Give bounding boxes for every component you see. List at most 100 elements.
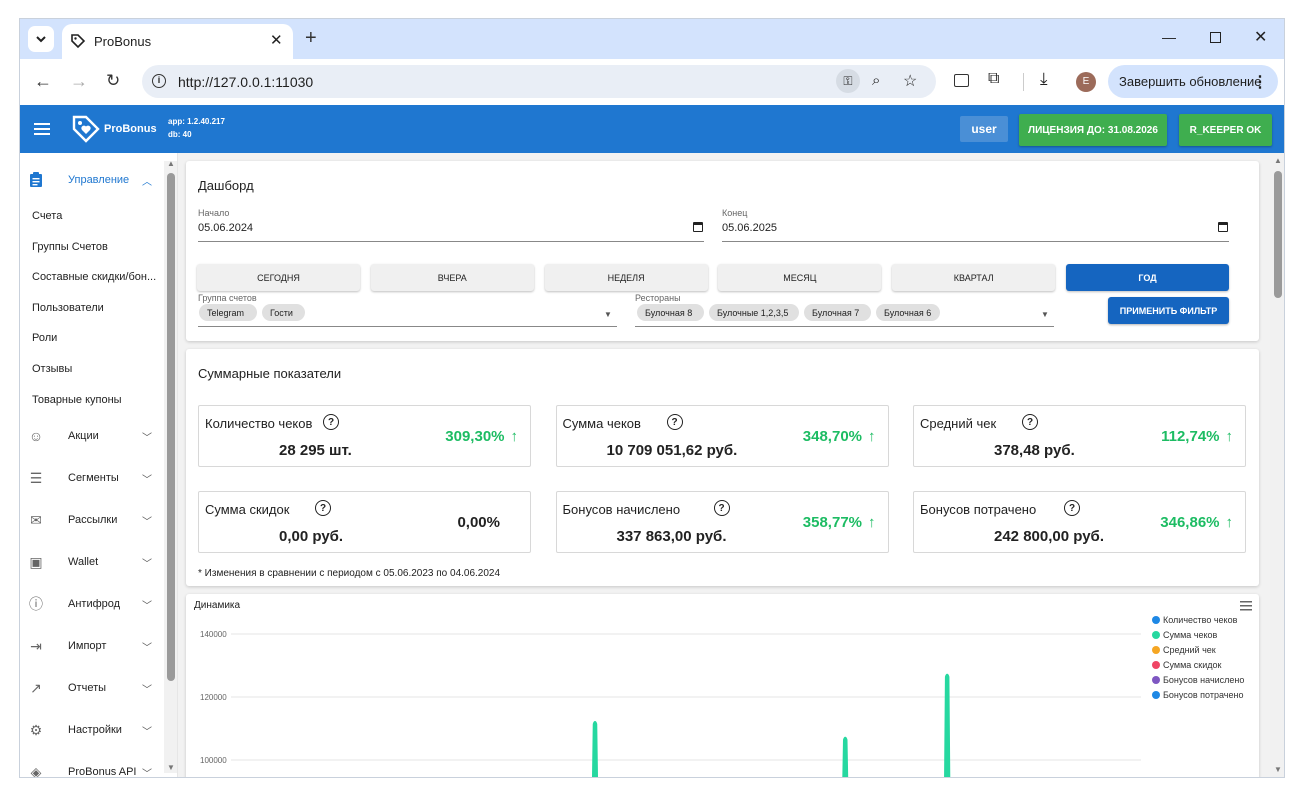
series-peak[interactable] (944, 673, 951, 778)
wallet-icon: ▣ (29, 553, 43, 570)
period-button[interactable]: ВЧЕРА (370, 264, 534, 291)
end-date-input[interactable]: 05.06.2025 (722, 222, 777, 234)
key-icon[interactable]: ⚿ (836, 69, 860, 93)
filter-chip[interactable]: Булочная 7 (804, 304, 871, 321)
period-button[interactable]: СЕГОДНЯ (197, 264, 360, 291)
sidebar-group[interactable]: ◈ ProBonus API ﹀ (20, 757, 170, 778)
kpi-title: Количество чеков (205, 416, 313, 431)
browser-window: ProBonus ✕ + — ✕ ← → ↻ i http://127.0.0.… (19, 18, 1285, 778)
close-tab-icon[interactable]: ✕ (270, 31, 283, 49)
forward-icon[interactable]: → (70, 71, 88, 92)
sidebar-group[interactable]: ⚙ Настройки ﹀ (20, 715, 170, 745)
license-button[interactable]: ЛИЦЕНЗИЯ ДО: 31.08.2026 (1019, 114, 1167, 146)
scroll-thumb[interactable] (167, 173, 175, 681)
legend-dot-icon (1152, 691, 1160, 699)
kpi-title: Сумма скидок (205, 502, 290, 517)
minimize-icon[interactable]: — (1162, 29, 1176, 45)
menu-dots-icon[interactable]: ⋮ (1252, 72, 1268, 92)
sidebar-group[interactable]: ✉ Рассылки ﹀ (20, 505, 170, 535)
calendar-icon[interactable] (1218, 222, 1228, 232)
help-icon[interactable]: ? (315, 500, 331, 516)
apply-filter-button[interactable]: ПРИМЕНИТЬ ФИЛЬТР (1108, 297, 1229, 324)
start-date-input[interactable]: 05.06.2024 (198, 222, 253, 234)
filter-chip[interactable]: Булочная 8 (637, 304, 704, 321)
series-peak[interactable] (842, 736, 849, 778)
download-icon[interactable]: ⤓ (1040, 69, 1048, 89)
help-icon[interactable]: ? (713, 500, 730, 516)
legend-item[interactable]: Сумма скидок (1152, 660, 1221, 670)
help-icon[interactable]: ? (666, 414, 683, 430)
restaurants-label: Рестораны (635, 293, 681, 303)
period-button[interactable]: МЕСЯЦ (718, 264, 882, 291)
help-icon[interactable]: ? (1022, 414, 1038, 430)
sidebar-scrollbar[interactable]: ▲ ▼ (164, 159, 177, 773)
kpi-card: Количество чеков? 28 295 шт. 309,30% ↑ (198, 405, 531, 467)
start-date-underline (198, 241, 704, 242)
browser-tab[interactable]: ProBonus ✕ (62, 24, 293, 59)
sidebar-group[interactable]: ⇥ Импорт ﹀ (20, 631, 170, 661)
sidebar-subitem[interactable]: Составные скидки/бон... (32, 262, 177, 292)
period-button[interactable]: ГОД (1066, 264, 1229, 291)
filter-chip[interactable]: Булочная 6 (876, 304, 940, 321)
kpi-change: 346,86% ↑ (1160, 514, 1233, 531)
address-bar[interactable]: i http://127.0.0.1:11030 ⚿ ⌕ ☆ (142, 65, 936, 98)
filter-chip[interactable]: Telegram (199, 304, 257, 321)
scroll-up-arrow[interactable]: ▲ (167, 159, 175, 168)
tab-search-button[interactable] (28, 26, 54, 52)
help-icon[interactable]: ? (1064, 500, 1080, 516)
sidebar-subitem[interactable]: Отзывы (32, 354, 177, 384)
scroll-down-arrow[interactable]: ▼ (1274, 765, 1282, 774)
arrow-up-icon: ↑ (1225, 428, 1234, 445)
avatar[interactable]: E (1076, 72, 1096, 92)
clipboard-icon (28, 172, 44, 188)
scroll-up-arrow[interactable]: ▲ (1274, 156, 1282, 165)
legend-item[interactable]: Количество чеков (1152, 615, 1237, 625)
sidebar-group[interactable]: ▣ Wallet ﹀ (20, 547, 170, 577)
sidebar-group[interactable]: ☰ Сегменты ﹀ (20, 463, 170, 493)
sidebar-group[interactable]: ⓘ Антифрод ﹀ (20, 589, 170, 619)
sidebar-subitem[interactable]: Пользователи (32, 293, 177, 323)
extension-icon[interactable]: ⧉ (988, 70, 999, 88)
app-version: app: 1.2.40.217 (168, 117, 225, 126)
new-tab-icon[interactable]: + (305, 27, 317, 50)
filter-chip[interactable]: Булочные 1,2,3,5 (709, 304, 799, 321)
sidebar-group[interactable]: ☺ Акции ﹀ (20, 421, 170, 451)
user-button[interactable]: user (960, 116, 1008, 142)
legend-item[interactable]: Средний чек (1152, 645, 1216, 655)
maximize-icon[interactable] (1210, 32, 1221, 43)
legend-item[interactable]: Сумма чеков (1152, 630, 1217, 640)
rkeeper-status-button[interactable]: R_KEEPER OK (1179, 114, 1272, 146)
sidebar-group-management[interactable]: Управление ︿ (20, 165, 170, 195)
url-text[interactable]: http://127.0.0.1:11030 (178, 74, 313, 90)
filter-chip[interactable]: Гости (262, 304, 305, 321)
back-icon[interactable]: ← (34, 71, 52, 92)
star-icon[interactable]: ☆ (903, 71, 917, 91)
info-icon[interactable]: i (152, 74, 166, 88)
kpi-card: Средний чек? 378,48 руб. 112,74% ↑ (913, 405, 1246, 467)
sidebar-subitem[interactable]: Счета (32, 201, 177, 231)
sidebar-subitem[interactable]: Роли (32, 323, 177, 353)
period-button[interactable]: НЕДЕЛЯ (544, 264, 708, 291)
help-icon[interactable]: ? (323, 414, 339, 430)
screen-icon[interactable] (954, 74, 969, 87)
reload-icon[interactable]: ↻ (106, 71, 120, 91)
calendar-icon[interactable] (693, 222, 703, 232)
sidebar-subitem[interactable]: Товарные купоны (32, 385, 177, 415)
scroll-thumb[interactable] (1274, 171, 1282, 298)
sidebar-subitem[interactable]: Группы Счетов (32, 232, 177, 262)
dropdown-arrow-icon[interactable]: ▼ (1041, 310, 1049, 319)
zoom-icon[interactable]: ⌕ (872, 72, 880, 89)
legend-item[interactable]: Бонусов потрачено (1152, 690, 1243, 700)
dropdown-arrow-icon[interactable]: ▼ (604, 310, 612, 319)
hamburger-icon[interactable] (34, 123, 50, 135)
scroll-down-arrow[interactable]: ▼ (167, 763, 175, 772)
sidebar-group[interactable]: ↗ Отчеты ﹀ (20, 673, 170, 703)
main-scrollbar[interactable]: ▲ ▼ (1270, 153, 1284, 777)
close-window-icon[interactable]: ✕ (1254, 27, 1267, 47)
chevron-down-icon: ﹀ (142, 684, 152, 696)
legend-item[interactable]: Бонусов начислено (1152, 675, 1244, 685)
restaurants-underline (635, 326, 1054, 327)
finish-update-button[interactable]: Завершить обновление ⋮ (1108, 65, 1278, 98)
series-peak[interactable] (591, 720, 599, 778)
period-button[interactable]: КВАРТАЛ (892, 264, 1056, 291)
